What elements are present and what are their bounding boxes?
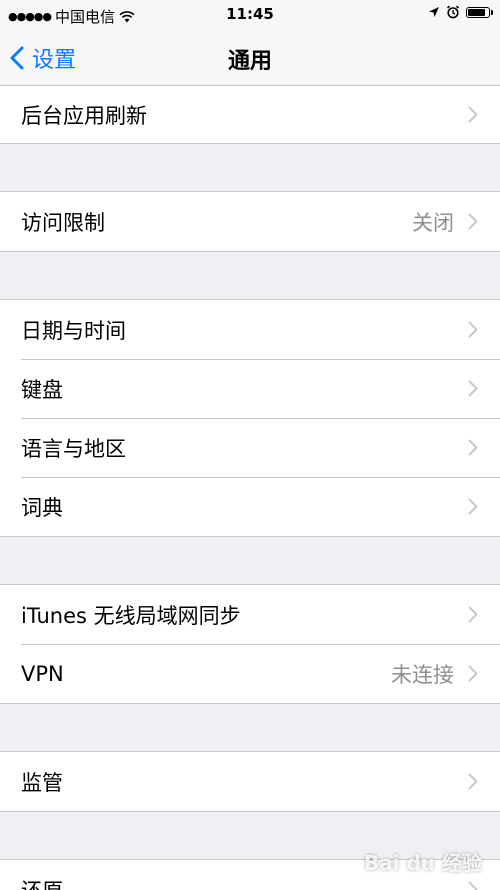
settings-row-value: 关闭 xyxy=(412,210,454,235)
chevron-right-icon xyxy=(468,380,478,397)
settings-list: 后台应用刷新 访问限制 关闭日期与时间键盘语言与地区词典 iTunes 无线局域网同步… xyxy=(0,86,500,890)
status-time: 11:45 xyxy=(226,5,274,23)
baidu-watermark: Bai du 经验 xyxy=(364,847,482,876)
settings-group: 监管 xyxy=(0,751,500,812)
chevron-right-icon xyxy=(468,439,478,456)
settings-row[interactable]: 词典 xyxy=(0,477,500,536)
chevron-right-icon xyxy=(468,665,478,682)
chevron-right-icon xyxy=(468,498,478,515)
status-bar: ●●●●● 中国电信 11:45 xyxy=(0,0,500,30)
settings-row-label: VPN xyxy=(21,661,64,686)
settings-row[interactable]: 语言与地区 xyxy=(0,418,500,477)
page-title: 通用 xyxy=(227,49,272,74)
settings-row[interactable]: iTunes 无线局域网同步 xyxy=(0,585,500,644)
chevron-right-icon xyxy=(468,213,478,230)
chevron-right-icon xyxy=(468,773,478,790)
settings-row-label: 还原 xyxy=(21,875,468,890)
status-right xyxy=(428,5,493,19)
settings-row-label: 访问限制 xyxy=(21,210,105,235)
settings-group: 访问限制 关闭 xyxy=(0,191,500,252)
settings-row[interactable]: 监管 xyxy=(0,752,500,811)
chevron-right-icon xyxy=(468,881,478,890)
settings-row-label: 后台应用刷新 xyxy=(21,103,147,128)
settings-row[interactable]: 日期与时间 xyxy=(0,300,500,359)
settings-row[interactable]: 访问限制 关闭 xyxy=(0,192,500,251)
battery-fill xyxy=(468,8,486,16)
settings-row[interactable]: VPN 未连接 xyxy=(0,644,500,703)
chevron-right-icon xyxy=(468,321,478,338)
settings-row[interactable]: 键盘 xyxy=(0,359,500,418)
settings-group: 后台应用刷新 xyxy=(0,86,500,144)
settings-row-label: 词典 xyxy=(21,495,63,520)
settings-row-label: 语言与地区 xyxy=(21,436,126,461)
settings-group: 日期与时间键盘语言与地区词典 xyxy=(0,299,500,537)
navigation-bar: 设置 通用 xyxy=(0,30,500,86)
settings-row-label: 键盘 xyxy=(21,377,63,402)
settings-row[interactable]: 后台应用刷新 xyxy=(0,86,500,143)
settings-row-label: 监管 xyxy=(21,770,63,795)
alarm-icon xyxy=(446,5,460,19)
chevron-right-icon xyxy=(468,606,478,623)
settings-row-label: iTunes 无线局域网同步 xyxy=(21,603,241,628)
chevron-right-icon xyxy=(468,106,478,123)
location-arrow-icon xyxy=(429,7,439,17)
battery-icon xyxy=(466,6,493,18)
settings-row-value: 未连接 xyxy=(391,662,454,687)
settings-general-screen: ●●●●● 中国电信 11:45 设置 通用 后台应用刷新 访问限制 关闭 日期… xyxy=(0,0,500,890)
settings-group: iTunes 无线局域网同步 VPN 未连接 xyxy=(0,584,500,704)
settings-row-label: 日期与时间 xyxy=(21,318,126,343)
watermark-text: Bai du 经验 xyxy=(363,851,482,875)
